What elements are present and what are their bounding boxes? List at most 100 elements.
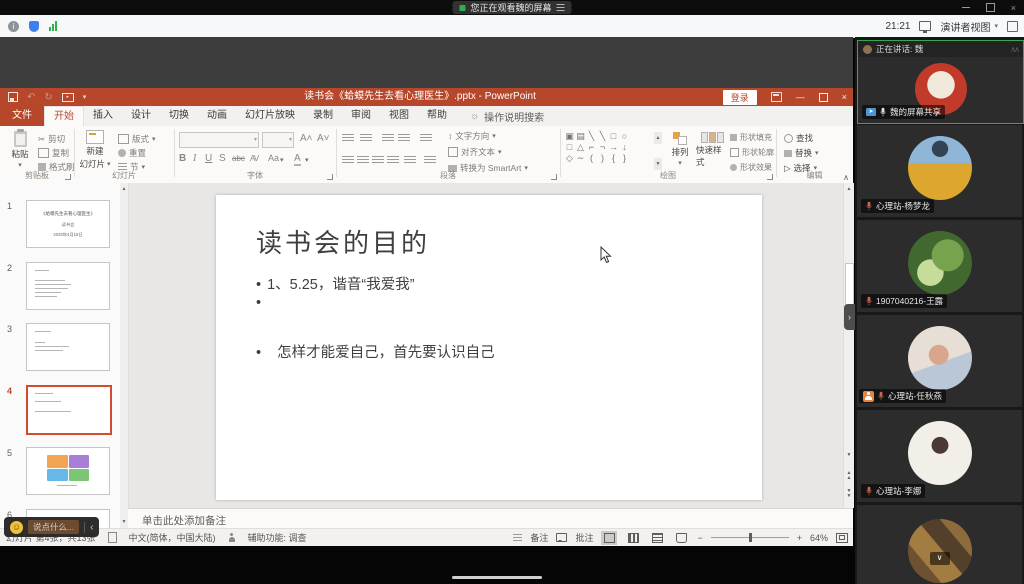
slide-canvas-area[interactable]: 读书会的目的 •1、5.25，谐音“我爱我” • •怎样才能爱自己，首先要认识自… [128,183,843,508]
participant-tile[interactable]: 心理站-杨梦龙 [857,125,1022,217]
reading-view-button[interactable] [649,531,665,545]
tab-record[interactable]: 录制 [304,106,342,126]
zoom-level[interactable]: 64% [810,533,828,543]
redo-icon[interactable]: ↻ [44,92,52,103]
font-color-button[interactable]: A [294,153,301,166]
clipboard-dialog-launcher-icon[interactable] [65,174,71,180]
more-paragraph-icon[interactable] [424,156,436,165]
strikethrough-button[interactable]: abc [232,154,245,163]
align-left-icon[interactable] [342,156,354,165]
collapse-chevrons-icon[interactable]: ∧∧ [1010,45,1018,54]
thumb-scroll-up-icon[interactable]: ▲ [120,183,128,195]
slide-thumbnail-2[interactable] [26,262,110,310]
numbered-list-icon[interactable] [360,134,372,143]
arrange-button[interactable]: 排列 ▾ [666,132,694,167]
copy-button[interactable]: 复制 [38,147,69,159]
slide-thumbnail-4-selected[interactable] [26,385,112,435]
zoom-in-button[interactable]: + [797,533,802,543]
tab-animations[interactable]: 动画 [198,106,236,126]
slide-title[interactable]: 读书会的目的 [256,223,430,260]
bold-button[interactable]: B [179,153,186,164]
ppt-close-button[interactable]: × [842,92,847,102]
security-shield-icon[interactable] [29,21,39,32]
shape-outline-button[interactable]: 形状轮廓 [730,147,774,158]
watching-banner[interactable]: 您正在观看魏的屏幕 [452,1,571,14]
zoom-slider-thumb[interactable] [749,533,752,542]
collapse-ribbon-icon[interactable]: ∧ [843,173,849,182]
emoji-icon[interactable]: ☺ [10,521,23,534]
justify-icon[interactable] [387,156,399,165]
thumb-scroll-down-icon[interactable]: ▼ [120,516,128,528]
participant-tile[interactable]: 心理站-任秋燕 [857,315,1022,407]
shape-gallery[interactable]: ▣▤╲╲□○ □△⌐¬→↓ ◇∼(){} [564,131,652,164]
italic-button[interactable]: I [193,153,196,164]
fit-slide-to-window-icon[interactable] [836,533,848,543]
bullet-list-icon[interactable] [342,134,354,143]
tab-review[interactable]: 审阅 [342,106,380,126]
align-text-button[interactable]: 对齐文本 ▾ [448,146,502,158]
change-case-button[interactable]: Aa [268,153,279,163]
participant-tile[interactable]: 心理站-李娜 [857,410,1022,502]
decrease-font-icon[interactable]: A˅ [317,133,330,144]
slide-sorter-view-button[interactable] [625,531,641,545]
find-button[interactable]: 查找 [784,132,813,144]
slide-bullet-2[interactable]: • [256,295,267,311]
qat-customize-icon[interactable]: ▾ [83,93,87,101]
tab-view[interactable]: 视图 [380,106,418,126]
paragraph-dialog-launcher-icon[interactable] [551,174,557,180]
columns-icon[interactable] [404,156,416,165]
ppt-maximize-button[interactable] [819,93,828,102]
language-status[interactable]: 中文(简体，中国大陆) [129,531,216,544]
login-button[interactable]: 登录 [723,90,757,105]
character-spacing-button[interactable]: AV [250,154,258,163]
shapes-scroll-down-icon[interactable]: ▼ [654,158,662,170]
notes-pane[interactable]: 单击此处添加备注 [128,508,853,529]
slide-thumbnail-1[interactable]: 《蛤蟆先生去看心理医生》 读书会 2020年4月18日 [26,200,110,248]
replace-button[interactable]: 替换 ▾ [784,147,819,159]
tab-insert[interactable]: 插入 [84,106,122,126]
normal-view-button[interactable] [601,531,617,545]
tab-transitions[interactable]: 切换 [160,106,198,126]
start-slideshow-icon[interactable]: ▸ [62,93,74,102]
chat-collapse-icon[interactable]: ‹ [90,522,93,533]
paste-button[interactable]: 粘贴 ▾ [6,131,34,169]
accessibility-status[interactable]: 辅助功能: 调查 [248,531,307,544]
notes-toggle-button[interactable]: 备注 [530,531,548,544]
more-participants-icon[interactable]: ∨ [930,552,950,565]
slide-thumbnail-5[interactable] [26,447,110,495]
align-right-icon[interactable] [372,156,384,165]
tell-me-search[interactable]: ☼ 操作说明搜索 [456,106,544,126]
cut-button[interactable]: ✂ 剪切 [38,133,65,145]
participant-tile[interactable] [857,505,1022,584]
participant-tile[interactable]: 1907040216-王露 [857,220,1022,312]
slide-scrollbar[interactable]: ▲ ▼ ▲▲ ▼▼ [843,183,854,508]
drawing-dialog-launcher-icon[interactable] [767,174,773,180]
line-spacing-icon[interactable] [420,134,432,143]
comments-toggle-button[interactable]: 批注 [575,531,593,544]
reset-button[interactable]: 重置 [118,147,146,159]
previous-slide-icon[interactable]: ▲▲ [844,471,854,481]
save-icon[interactable] [8,92,18,102]
meeting-maximize-button[interactable] [986,3,995,12]
tab-design[interactable]: 设计 [122,106,160,126]
fullscreen-icon[interactable] [1007,21,1018,32]
decrease-indent-icon[interactable] [382,134,394,143]
sidebar-collapse-handle[interactable]: › [844,304,855,330]
ppt-minimize-button[interactable]: — [796,92,805,102]
scrollbar-thumb[interactable] [845,263,854,310]
underline-button[interactable]: U [205,153,212,164]
next-slide-icon[interactable]: ▼▼ [844,489,854,499]
undo-icon[interactable]: ↶ [27,92,35,103]
align-center-icon[interactable] [357,156,369,165]
zoom-slider[interactable] [711,537,789,538]
info-icon[interactable]: i [8,21,19,32]
shape-fill-button[interactable]: 形状填充 [730,132,772,143]
slide-bullet-1[interactable]: •1、5.25，谐音“我爱我” [256,273,415,294]
slide-editing-surface[interactable]: 读书会的目的 •1、5.25，谐音“我爱我” • •怎样才能爱自己，首先要认识自… [216,195,762,500]
slide-thumbnail-3[interactable] [26,323,110,371]
notes-placeholder[interactable]: 单击此处添加备注 [142,513,226,528]
tab-slideshow[interactable]: 幻灯片放映 [236,106,304,126]
slideshow-view-button[interactable] [673,531,689,545]
zoom-out-button[interactable]: − [697,533,702,543]
meeting-minimize-button[interactable] [962,7,970,8]
